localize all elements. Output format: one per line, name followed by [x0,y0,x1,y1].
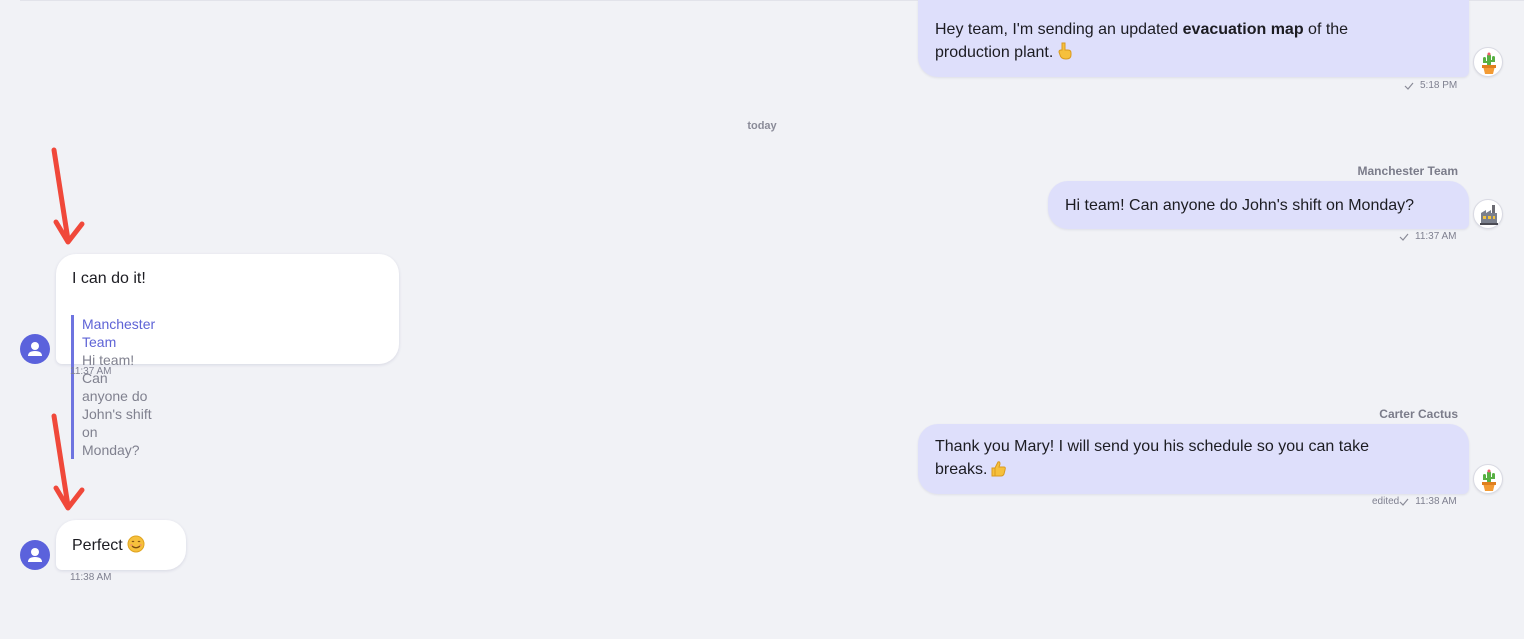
message-text-bold: evacuation map [1182,21,1304,38]
message-meta: edited 11:38 AM [1372,496,1457,509]
message-bubble[interactable]: Thank you Mary! I will send you his sche… [918,424,1469,494]
message-text: Thank you Mary! I will send you his sche… [935,438,1369,455]
message-time: 5:18 PM [1420,80,1458,91]
day-separator: today [747,120,777,132]
delivered-check-icon [1399,233,1409,244]
edited-label: edited [1372,496,1400,507]
message-time: 11:37 AM [1415,231,1457,242]
message-text: Perfect [72,537,123,554]
smiling-face-emoji [127,535,145,560]
reply-quote-author: Manchester Team [82,316,156,350]
sender-name: Manchester Team [1357,164,1458,178]
pointing-down-emoji [1057,42,1073,67]
red-arrow-icon [44,412,94,521]
message-text: production plant. [935,44,1054,61]
message-meta: 11:37 AM [1399,231,1457,244]
message-time: 11:38 AM [70,572,112,583]
cactus-avatar[interactable] [1473,47,1503,77]
user-avatar[interactable] [20,540,50,570]
message-bubble[interactable]: Perfect [56,520,186,570]
message-bubble[interactable]: Hey team, I'm sending an updated evacuat… [918,0,1469,77]
message-text: breaks. [935,461,988,478]
delivered-check-icon [1399,498,1409,509]
message-time: 11:38 AM [1415,496,1457,507]
cactus-avatar[interactable] [1473,464,1503,494]
thumbs-up-emoji [991,460,1007,484]
message-bubble[interactable]: Hi team! Can anyone do John's shift on M… [1048,181,1469,229]
sender-name: Carter Cactus [1379,407,1458,421]
message-text: I can do it! [72,270,146,287]
user-avatar[interactable] [20,334,50,364]
red-arrow-icon [44,146,94,255]
factory-avatar[interactable] [1473,199,1503,229]
message-meta: 5:18 PM [1404,80,1457,93]
message-text: of the [1303,21,1349,38]
message-time: 11:37 AM [70,366,112,377]
message-text: Hi team! Can anyone do John's shift on M… [1065,197,1415,214]
delivered-check-icon [1404,82,1414,93]
message-text: Hey team, I'm sending an updated [935,21,1183,38]
